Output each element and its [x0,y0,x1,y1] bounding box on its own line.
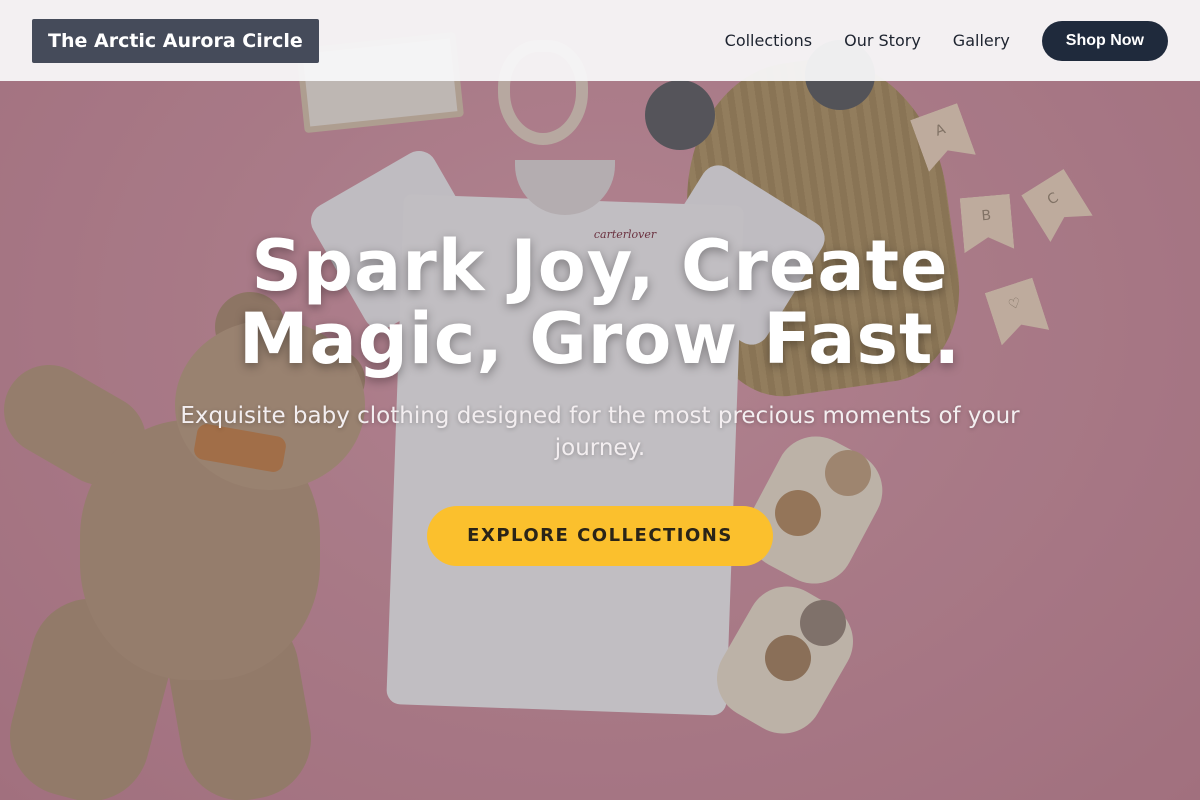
hero-content: Spark Joy, Create Magic, Grow Fast. Exqu… [0,230,1200,566]
nav-link-gallery[interactable]: Gallery [953,31,1010,50]
site-logo[interactable]: The Arctic Aurora Circle [32,18,319,63]
nav-link-collections[interactable]: Collections [725,31,812,50]
explore-collections-button[interactable]: EXPLORE COLLECTIONS [427,506,773,566]
site-header: The Arctic Aurora Circle Collections Our… [0,0,1200,81]
nav-link-our-story[interactable]: Our Story [844,31,921,50]
hero-headline: Spark Joy, Create Magic, Grow Fast. [238,225,962,380]
shop-now-button[interactable]: Shop Now [1041,20,1168,61]
main-nav: Collections Our Story Gallery [725,31,1010,50]
hero-subtitle: Exquisite baby clothing designed for the… [180,403,1020,461]
